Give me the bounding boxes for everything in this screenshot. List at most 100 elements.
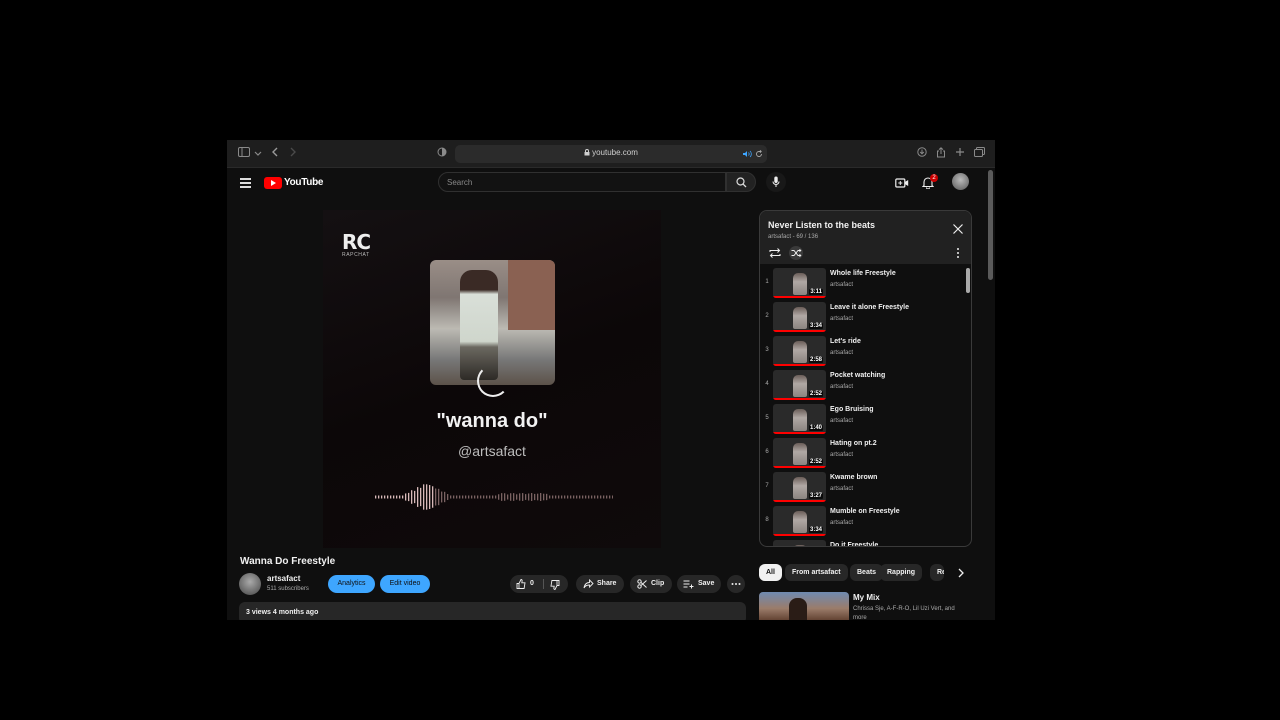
waveform-bar [564, 495, 566, 499]
waveform-bar [429, 485, 431, 509]
page-scrollbar[interactable] [988, 170, 993, 280]
playlist-item-thumbnail[interactable]: 2:52 [773, 438, 826, 468]
waveform-bar [387, 495, 389, 499]
recommendation-title[interactable]: My Mix [853, 593, 880, 602]
microphone-icon [772, 176, 780, 187]
chip-all[interactable]: All [759, 564, 782, 581]
waveform-bar [555, 495, 557, 499]
watch-progress-bar [773, 296, 826, 298]
video-duration: 3:34 [808, 527, 823, 533]
playlist-meta: artsafact - 69 / 136 [768, 234, 819, 240]
video-player[interactable]: RC RAPCHAT "wanna do" @artsafact [323, 210, 661, 548]
waveform-bar [576, 495, 578, 499]
chip-from-artsafact[interactable]: From artsafact [785, 564, 848, 581]
create-video-icon[interactable] [895, 176, 909, 190]
playlist-item[interactable]: 8 3:34 Mumble on Freestyle artsafact [760, 504, 971, 538]
forward-icon[interactable] [286, 147, 300, 161]
browser-window: youtube.com YouTube Search 2 RC RAPCHAT … [227, 140, 995, 620]
search-button[interactable] [726, 172, 756, 192]
playlist-panel: Never Listen to the beats artsafact - 69… [759, 210, 972, 547]
voice-search-button[interactable] [766, 172, 786, 192]
save-button[interactable]: Save [677, 575, 721, 593]
speaker-icon[interactable] [743, 150, 752, 158]
waveform-bar [438, 488, 440, 506]
waveform-bar [426, 484, 428, 510]
playlist-title[interactable]: Never Listen to the beats [768, 220, 875, 230]
menu-icon[interactable] [240, 178, 251, 188]
youtube-logo[interactable]: YouTube [264, 176, 324, 189]
playlist-item[interactable]: 1 3:11 Whole life Freestyle artsafact [760, 266, 971, 300]
new-tab-icon[interactable] [953, 147, 967, 161]
artist-handle: @artsafact [458, 443, 526, 459]
clip-button[interactable]: Clip [630, 575, 672, 593]
recommendation-thumbnail[interactable] [759, 592, 849, 620]
video-title: Wanna Do Freestyle [240, 556, 336, 567]
playlist-item-thumbnail[interactable]: 3:11 [773, 268, 826, 298]
playlist-item[interactable]: 6 2:52 Hating on pt.2 artsafact [760, 436, 971, 470]
playlist-item-index: 3 [765, 347, 769, 353]
edit-video-button[interactable]: Edit video [380, 575, 430, 593]
playlist-item[interactable]: 4 2:52 Pocket watching artsafact [760, 368, 971, 402]
waveform-bar [609, 495, 611, 499]
playlist-item-thumbnail[interactable]: 3:34 [773, 302, 826, 332]
chevron-right-icon[interactable] [957, 568, 965, 578]
channel-avatar[interactable] [239, 573, 261, 595]
waveform-bar [561, 495, 563, 499]
notification-badge: 2 [930, 174, 938, 182]
analytics-button[interactable]: Analytics [328, 575, 375, 593]
share-icon[interactable] [934, 147, 948, 161]
waveform-bar [525, 494, 527, 500]
youtube-play-icon [264, 176, 282, 189]
playlist-item-channel: artsafact [830, 316, 854, 322]
playlist-item-index: 5 [765, 415, 769, 421]
share-button[interactable]: Share [576, 575, 624, 593]
sidebar-toggle-icon[interactable] [237, 147, 251, 161]
playlist-item[interactable]: 2 3:34 Leave it alone Freestyle artsafact [760, 300, 971, 334]
channel-name[interactable]: artsafact [267, 574, 300, 583]
playlist-item-channel: artsafact [830, 520, 854, 526]
chip-rapping[interactable]: Rapping [880, 564, 922, 581]
watch-progress-bar [773, 398, 826, 400]
playlist-item-channel: artsafact [830, 384, 854, 390]
back-icon[interactable] [268, 147, 282, 161]
tab-overview-icon[interactable] [972, 147, 986, 161]
chevron-down-icon[interactable] [251, 147, 265, 161]
loop-icon[interactable] [768, 246, 782, 260]
waveform-bar [588, 495, 590, 499]
playlist-item[interactable]: 7 3:27 Kwame brown artsafact [760, 470, 971, 504]
playlist-item-index: 7 [765, 483, 769, 489]
youtube-header: YouTube Search [227, 168, 995, 198]
address-bar[interactable]: youtube.com [455, 145, 767, 163]
recommendation-subtitle: Chrissa Sje, A-F-R-O, Lil Uzi Vert, and … [853, 606, 955, 620]
chip-re[interactable]: Re [930, 564, 944, 581]
playlist-item[interactable]: 3 2:58 Let's ride artsafact [760, 334, 971, 368]
playlist-scrollbar[interactable] [966, 268, 970, 293]
playlist-item-thumbnail[interactable]: 2:58 [773, 336, 826, 366]
playlist-item-index: 8 [765, 517, 769, 523]
more-vertical-icon[interactable] [954, 247, 962, 259]
subscriber-count: 511 subscribers [267, 586, 309, 592]
reload-icon[interactable] [755, 150, 763, 158]
playlist-item-thumbnail[interactable]: 3:34 [773, 506, 826, 536]
like-icon[interactable] [516, 579, 526, 589]
playlist-item[interactable]: Do it Freestyle [760, 538, 971, 546]
privacy-shield-icon[interactable] [435, 147, 449, 161]
playlist-item-index: 2 [765, 313, 769, 319]
playlist-item-channel: artsafact [830, 486, 854, 492]
waveform-bar [390, 495, 392, 499]
more-actions-button[interactable] [727, 575, 745, 593]
playlist-item[interactable]: 5 1:40 Ego Bruising artsafact [760, 402, 971, 436]
shuffle-icon[interactable] [789, 246, 803, 260]
watch-progress-bar [773, 534, 826, 536]
description-box[interactable]: 3 views 4 months ago [239, 602, 746, 620]
search-input[interactable]: Search [438, 172, 726, 192]
close-icon[interactable] [952, 223, 964, 235]
chip-beats[interactable]: Beats [850, 564, 884, 581]
account-avatar[interactable] [952, 173, 969, 190]
dislike-icon[interactable] [550, 580, 560, 590]
playlist-item-thumbnail[interactable]: 3:27 [773, 472, 826, 502]
playlist-item-thumbnail[interactable]: 1:40 [773, 404, 826, 434]
playlist-item-thumbnail[interactable]: 2:52 [773, 370, 826, 400]
download-icon[interactable] [915, 147, 929, 161]
playlist-item-thumbnail[interactable] [773, 540, 826, 546]
